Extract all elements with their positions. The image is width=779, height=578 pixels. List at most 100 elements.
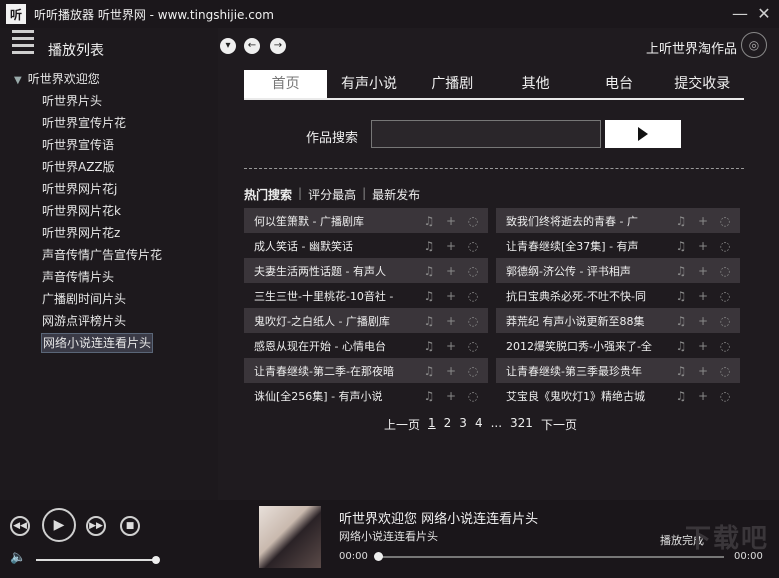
add-icon[interactable]: + — [696, 264, 710, 278]
add-icon[interactable]: + — [444, 339, 458, 353]
list-item[interactable]: 感恩从现在开始 - 心情电台 ♫ + ◌ — [244, 333, 488, 358]
comment-icon[interactable]: ◌ — [718, 389, 732, 403]
filter-newest[interactable]: 最新发布 — [372, 186, 420, 203]
tab-audio-novels[interactable]: 有声小说 — [327, 70, 410, 98]
headphones-icon[interactable]: ♫ — [422, 314, 436, 328]
list-item[interactable]: 抗日宝典杀必死-不吐不快-同 ♫ + ◌ — [496, 283, 740, 308]
tab-radio[interactable]: 电台 — [577, 70, 660, 98]
headphones-icon[interactable]: ♫ — [674, 364, 688, 378]
add-icon[interactable]: + — [696, 389, 710, 403]
forward-arrow-icon[interactable]: → — [270, 38, 286, 54]
headphones-icon[interactable]: ♫ — [674, 389, 688, 403]
headphones-icon[interactable]: ♫ — [422, 289, 436, 303]
list-item[interactable]: 诛仙[全256集] - 有声小说 ♫ + ◌ — [244, 383, 488, 408]
dropdown-icon[interactable]: ▾ — [220, 38, 236, 54]
volume-icon[interactable]: 🔈 — [10, 550, 26, 565]
comment-icon[interactable]: ◌ — [718, 339, 732, 353]
add-icon[interactable]: + — [444, 364, 458, 378]
comment-icon[interactable]: ◌ — [466, 364, 480, 378]
headphones-icon[interactable]: ♫ — [674, 239, 688, 253]
chevron-down-icon[interactable]: ▼ — [14, 70, 22, 92]
playlist-item[interactable]: 听世界AZZ版 — [42, 156, 214, 178]
playlist-icon[interactable] — [12, 30, 34, 58]
tab-home[interactable]: 首页 — [244, 70, 328, 98]
headphones-icon[interactable]: ♫ — [674, 339, 688, 353]
comment-icon[interactable]: ◌ — [466, 289, 480, 303]
headphones-icon[interactable]: ♫ — [422, 214, 436, 228]
page-link-current[interactable]: 1 — [428, 416, 436, 433]
tab-radio-drama[interactable]: 广播剧 — [411, 70, 494, 98]
playlist-item[interactable]: 听世界网片花z — [42, 222, 214, 244]
comment-icon[interactable]: ◌ — [718, 364, 732, 378]
playlist-item[interactable]: 听世界宣传语 — [42, 134, 214, 156]
list-item[interactable]: 2012爆笑脱口秀-小强来了-全 ♫ + ◌ — [496, 333, 740, 358]
page-link[interactable]: 2 — [444, 416, 452, 433]
headphones-icon[interactable]: ♫ — [674, 289, 688, 303]
tab-submit[interactable]: 提交收录 — [661, 70, 744, 98]
headphones-icon[interactable]: ♫ — [422, 339, 436, 353]
playlist-item[interactable]: 听世界宣传片花 — [42, 112, 214, 134]
playlist-item[interactable]: 听世界网片花j — [42, 178, 214, 200]
add-icon[interactable]: + — [444, 264, 458, 278]
filter-top-rated[interactable]: 评分最高 — [308, 186, 356, 203]
playlist-root[interactable]: ▼ 听世界欢迎您 — [14, 68, 214, 90]
minimize-button[interactable]: — — [730, 4, 750, 24]
fast-forward-icon[interactable]: ▶▶ — [86, 516, 106, 536]
list-item[interactable]: 让青春继续-第二季-在那夜暗 ♫ + ◌ — [244, 358, 488, 383]
list-item[interactable]: 艾宝良《鬼吹灯1》精绝古城 ♫ + ◌ — [496, 383, 740, 408]
list-item[interactable]: 鬼吹灯-之白纸人 - 广播剧库 ♫ + ◌ — [244, 308, 488, 333]
comment-icon[interactable]: ◌ — [718, 289, 732, 303]
add-icon[interactable]: + — [444, 239, 458, 253]
add-icon[interactable]: + — [444, 314, 458, 328]
shop-icon[interactable]: ◎ — [741, 32, 767, 58]
comment-icon[interactable]: ◌ — [718, 264, 732, 278]
playlist-item-selected[interactable]: 网络小说连连看片头 — [40, 332, 214, 354]
add-icon[interactable]: + — [696, 214, 710, 228]
volume-slider[interactable] — [36, 556, 160, 564]
comment-icon[interactable]: ◌ — [466, 214, 480, 228]
add-icon[interactable]: + — [444, 289, 458, 303]
playlist-item[interactable]: 声音传情片头 — [42, 266, 214, 288]
comment-icon[interactable]: ◌ — [718, 239, 732, 253]
add-icon[interactable]: + — [696, 239, 710, 253]
stop-icon[interactable]: ■ — [120, 516, 140, 536]
list-item[interactable]: 致我们终将逝去的青春 - 广 ♫ + ◌ — [496, 208, 740, 233]
playlist-item[interactable]: 听世界片头 — [42, 90, 214, 112]
add-icon[interactable]: + — [696, 314, 710, 328]
headphones-icon[interactable]: ♫ — [674, 264, 688, 278]
list-item[interactable]: 让青春继续[全37集] - 有声 ♫ + ◌ — [496, 233, 740, 258]
search-input[interactable] — [371, 120, 601, 148]
playlist-item[interactable]: 听世界网片花k — [42, 200, 214, 222]
list-item[interactable]: 三生三世-十里桃花-10音社 - ♫ + ◌ — [244, 283, 488, 308]
headphones-icon[interactable]: ♫ — [422, 389, 436, 403]
page-link[interactable]: 4 — [475, 416, 483, 433]
comment-icon[interactable]: ◌ — [466, 389, 480, 403]
seek-knob[interactable] — [374, 552, 383, 561]
filter-hot[interactable]: 热门搜索 — [244, 186, 292, 203]
comment-icon[interactable]: ◌ — [466, 239, 480, 253]
rewind-icon[interactable]: ◀◀ — [10, 516, 30, 536]
shop-link[interactable]: 上听世界淘作品 — [646, 38, 737, 57]
playlist-item[interactable]: 广播剧时间片头 — [42, 288, 214, 310]
headphones-icon[interactable]: ♫ — [422, 239, 436, 253]
play-icon[interactable]: ▶ — [42, 508, 76, 542]
back-arrow-icon[interactable]: ← — [244, 38, 260, 54]
comment-icon[interactable]: ◌ — [718, 314, 732, 328]
list-item[interactable]: 让青春继续-第三季最珍贵年 ♫ + ◌ — [496, 358, 740, 383]
seek-bar[interactable] — [374, 552, 724, 561]
comment-icon[interactable]: ◌ — [466, 339, 480, 353]
headphones-icon[interactable]: ♫ — [422, 264, 436, 278]
list-item[interactable]: 何以笙箫默 - 广播剧库 ♫ + ◌ — [244, 208, 488, 233]
add-icon[interactable]: + — [444, 214, 458, 228]
list-item[interactable]: 郭德纲-济公传 - 评书相声 ♫ + ◌ — [496, 258, 740, 283]
search-button[interactable] — [605, 120, 681, 148]
close-button[interactable]: ✕ — [754, 4, 774, 24]
headphones-icon[interactable]: ♫ — [422, 364, 436, 378]
page-link-last[interactable]: 321 — [510, 416, 533, 433]
add-icon[interactable]: + — [444, 389, 458, 403]
add-icon[interactable]: + — [696, 289, 710, 303]
comment-icon[interactable]: ◌ — [466, 314, 480, 328]
comment-icon[interactable]: ◌ — [718, 214, 732, 228]
add-icon[interactable]: + — [696, 339, 710, 353]
playlist-item[interactable]: 网游点评榜片头 — [42, 310, 214, 332]
